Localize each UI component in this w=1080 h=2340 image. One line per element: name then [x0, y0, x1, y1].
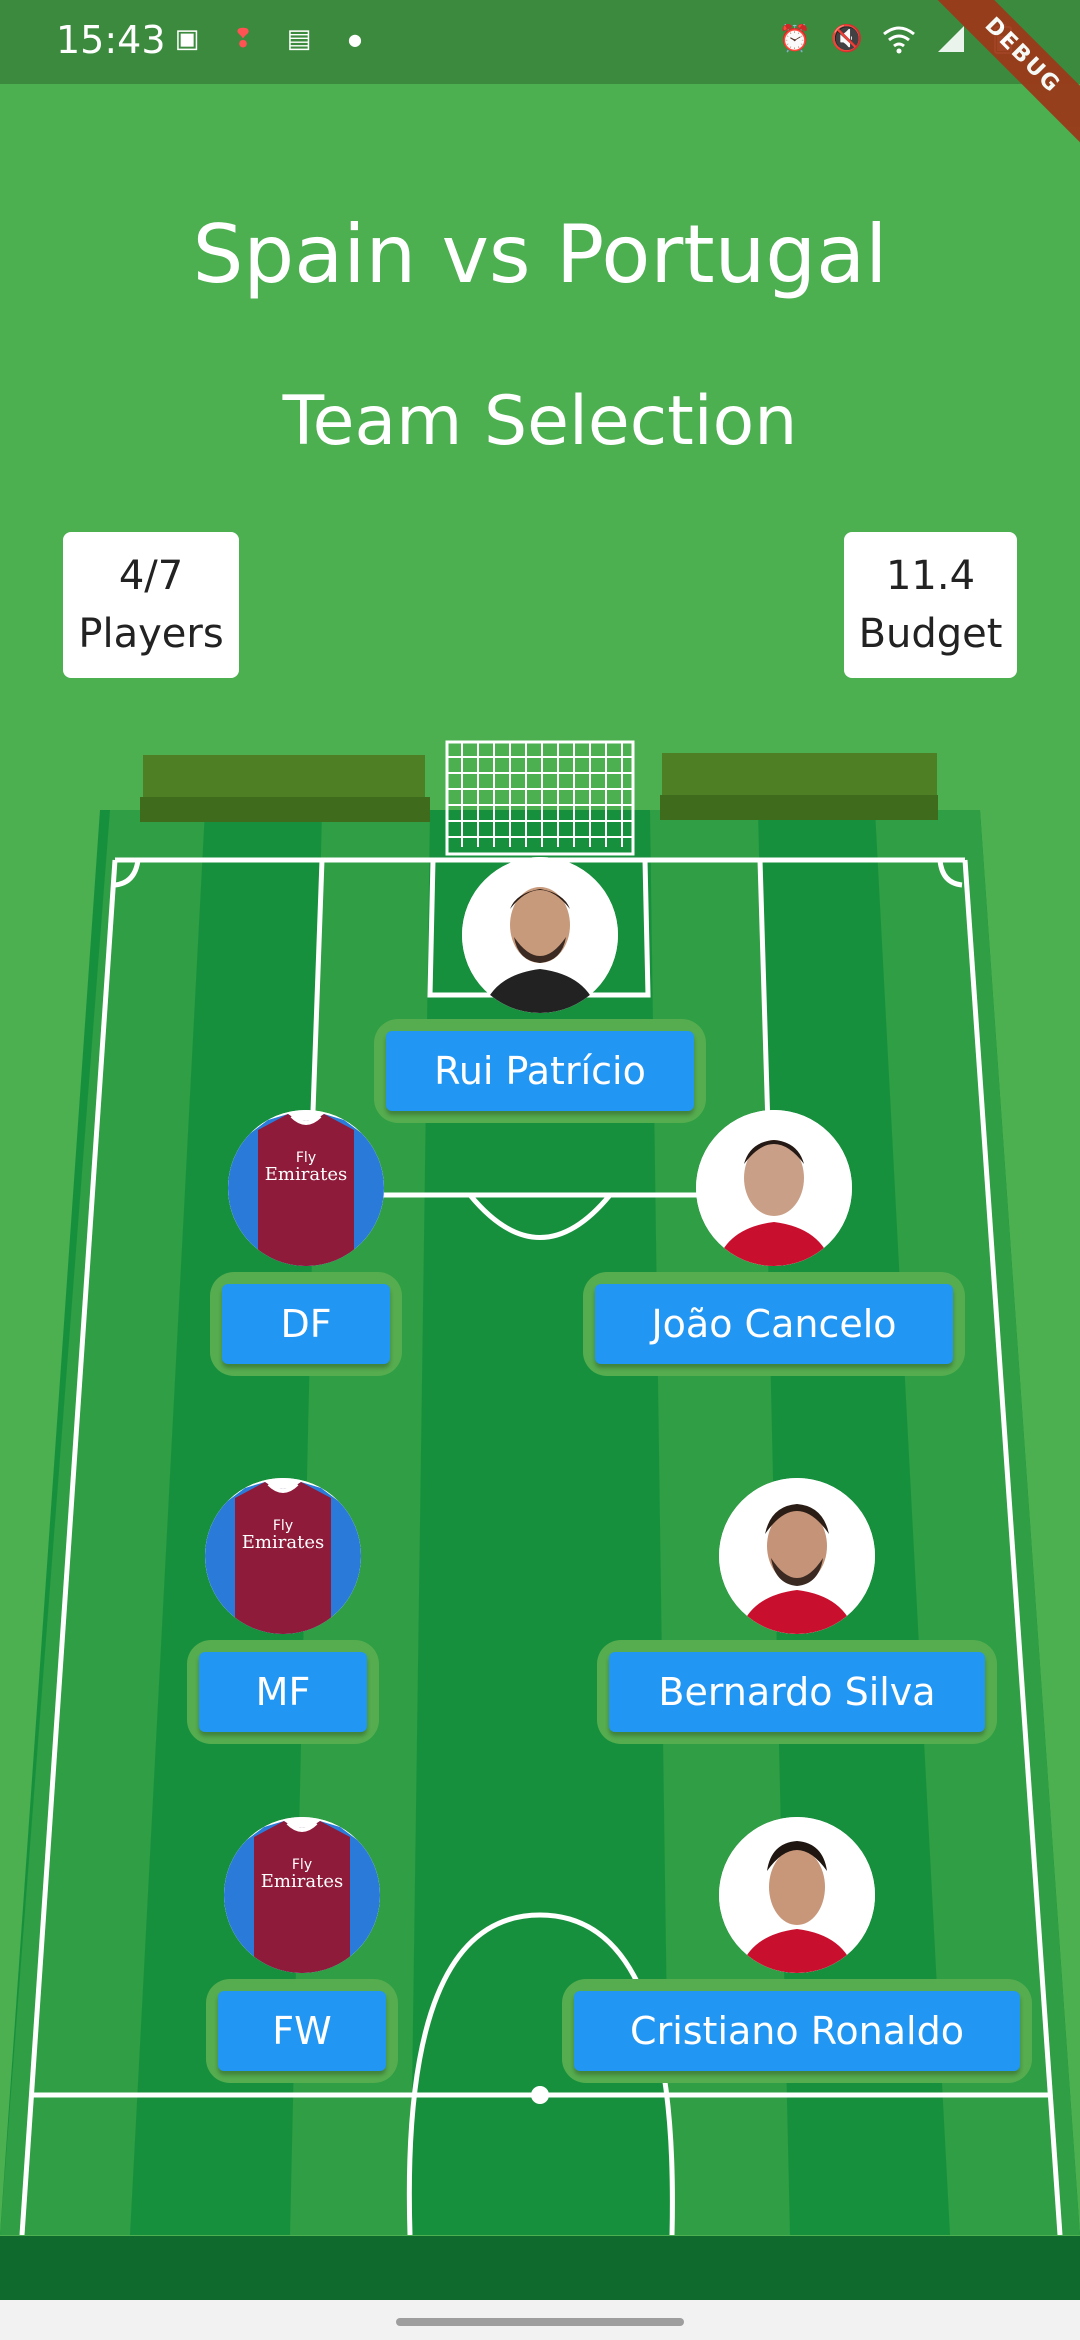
- player-name-pill: MF: [187, 1640, 379, 1744]
- bottom-bar: [0, 2236, 1080, 2300]
- player-name-pill: DF: [210, 1272, 402, 1376]
- player-name-button-rui-patricio[interactable]: Rui Patrício: [386, 1031, 694, 1111]
- page-subtitle: Team Selection: [282, 382, 798, 461]
- player-name-pill: FW: [206, 1979, 398, 2083]
- footprints-icon: ❢: [232, 24, 254, 54]
- svg-text:Emirates: Emirates: [265, 1164, 347, 1185]
- player-name-pill: Cristiano Ronaldo: [562, 1979, 1032, 2083]
- match-title: Spain vs Portugal: [192, 208, 888, 301]
- jersey-placeholder-fw: Fly Emirates: [224, 1817, 380, 1973]
- player-slot-bernardo-silva[interactable]: Bernardo Silva: [597, 1478, 997, 1744]
- player-slot-midfielder-empty[interactable]: Fly Emirates MF: [185, 1478, 381, 1744]
- wifi-icon: [882, 22, 916, 56]
- status-icons-left: ▣ ❢ ▤ ●: [170, 22, 372, 56]
- signal-icon: [934, 22, 968, 56]
- player-name-button-joao-cancelo[interactable]: João Cancelo: [595, 1284, 953, 1364]
- player-slot-forward-empty[interactable]: Fly Emirates FW: [204, 1817, 400, 2083]
- player-photo-rui-patricio: [462, 857, 618, 1013]
- player-name-pill: Rui Patrício: [374, 1019, 706, 1123]
- budget-card: 11.4 Budget: [844, 532, 1017, 678]
- players-count-label: Players: [78, 611, 224, 657]
- player-photo-cristiano-ronaldo: [719, 1817, 875, 1973]
- sim-icon: ▤: [286, 24, 312, 54]
- status-time: 15:43: [56, 18, 166, 62]
- status-bar: 15:43 ▣ ❢ ▤ ● ⏰ 🔇 DEBUG: [0, 0, 1080, 155]
- jersey-placeholder-mf: Fly Emirates: [205, 1478, 361, 1634]
- player-photo-joao-cancelo: [696, 1110, 852, 1266]
- player-name-pill: Bernardo Silva: [597, 1640, 997, 1744]
- player-slot-joao-cancelo[interactable]: João Cancelo: [582, 1110, 966, 1376]
- player-slot-goalkeeper[interactable]: Rui Patrício: [370, 857, 710, 1123]
- players-count-card: 4/7 Players: [63, 532, 239, 678]
- budget-value: 11.4: [885, 553, 976, 599]
- player-slot-cristiano-ronaldo[interactable]: Cristiano Ronaldo: [562, 1817, 1032, 2083]
- svg-text:Emirates: Emirates: [242, 1532, 324, 1553]
- position-button-mf[interactable]: MF: [199, 1652, 367, 1732]
- player-photo-bernardo-silva: [719, 1478, 875, 1634]
- nfc-icon: ▣: [174, 24, 200, 54]
- budget-label: Budget: [858, 611, 1003, 657]
- jersey-placeholder-df: Fly Emirates: [228, 1110, 384, 1266]
- player-name-pill: João Cancelo: [583, 1272, 965, 1376]
- players-count-value: 4/7: [118, 553, 184, 599]
- alarm-icon: ⏰: [778, 24, 812, 54]
- dot-icon: ●: [348, 29, 362, 49]
- mute-icon: 🔇: [830, 24, 864, 54]
- position-button-fw[interactable]: FW: [218, 1991, 386, 2071]
- svg-text:Emirates: Emirates: [261, 1871, 343, 1892]
- gesture-handle[interactable]: [396, 2318, 684, 2326]
- player-name-button-bernardo-silva[interactable]: Bernardo Silva: [609, 1652, 985, 1732]
- player-name-button-cristiano-ronaldo[interactable]: Cristiano Ronaldo: [574, 1991, 1020, 2071]
- player-slot-defender-empty[interactable]: Fly Emirates DF: [208, 1110, 404, 1376]
- position-button-df[interactable]: DF: [222, 1284, 390, 1364]
